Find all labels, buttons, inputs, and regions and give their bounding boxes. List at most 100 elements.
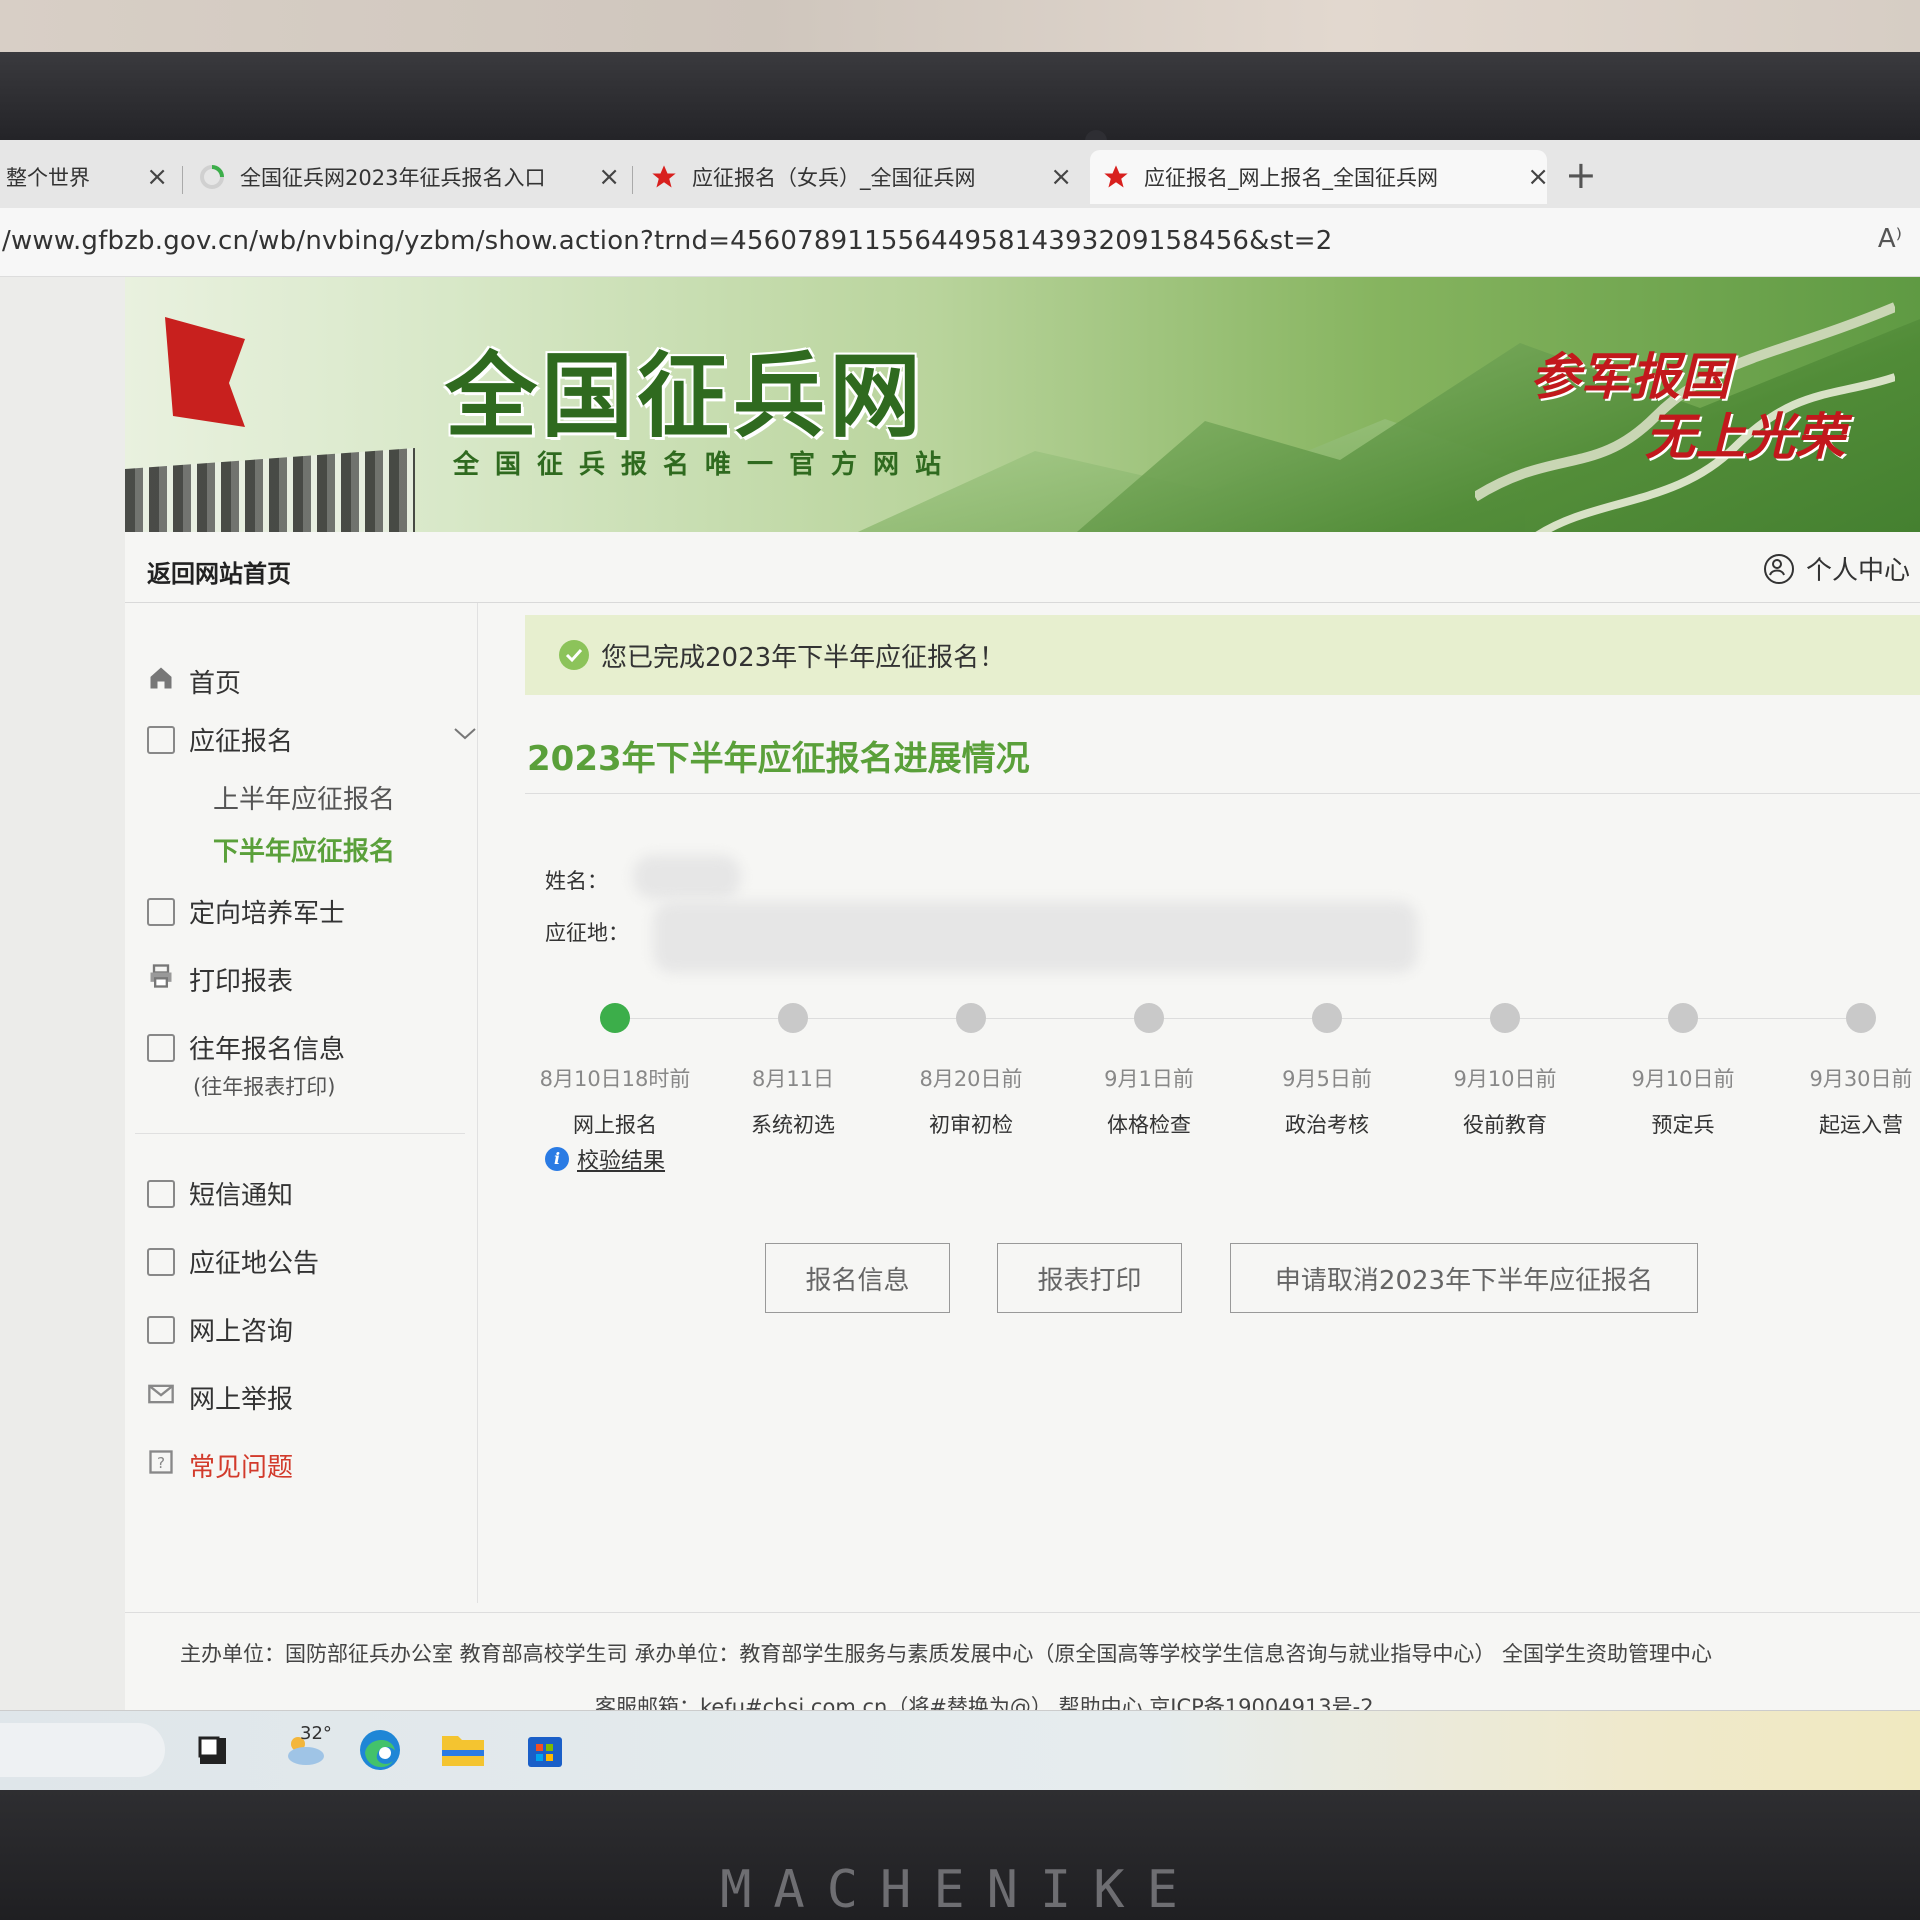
sidebar-item-print[interactable]: 打印报表	[147, 961, 293, 998]
page-content: 全国征兵网 全国征兵报名唯一官方网站 参军报国 无上光荣 返回网站首页 个人中心	[125, 277, 1920, 1719]
success-message: 您已完成2023年下半年应征报名！	[601, 642, 1006, 673]
sidebar-item-sms[interactable]: 短信通知	[147, 1175, 293, 1212]
taskbar-search[interactable]	[0, 1723, 165, 1777]
progress-step: 8月10日18时前 网上报名	[535, 1003, 695, 1139]
sidebar-item-announcements[interactable]: 应征地公告	[147, 1243, 319, 1280]
web-page: 全国征兵网 全国征兵报名唯一官方网站 参军报国 无上光荣 返回网站首页 个人中心	[0, 277, 1920, 1719]
sidebar: 首页 应征报名 上半年应征报名 下半年应征报名 定向培养军士 打印报表 往年报名…	[125, 603, 478, 1603]
tab-title: 应征报名（女兵）_全国征兵网	[692, 166, 976, 190]
tab-3[interactable]: 应征报名（女兵）_全国征兵网 ×	[650, 150, 1072, 204]
close-icon[interactable]: ×	[146, 162, 168, 192]
step-date: 8月10日18时前	[539, 1067, 691, 1091]
user-icon	[1763, 553, 1794, 584]
info-icon: i	[545, 1147, 569, 1171]
edge-browser-icon[interactable]	[355, 1725, 405, 1775]
store-icon[interactable]	[520, 1725, 570, 1775]
weather-temp: 32°	[300, 1723, 332, 1744]
tab-title: 全国征兵网2023年征兵报名入口	[240, 166, 546, 190]
step-name: 政治考核	[1285, 1113, 1369, 1137]
tab-1[interactable]: 整个世界 ×	[6, 150, 168, 204]
sidebar-item-home[interactable]: 首页	[147, 663, 241, 700]
sidebar-item-label: 往年报名信息	[189, 1035, 346, 1065]
step-date: 8月11日	[751, 1067, 835, 1091]
sidebar-item-report[interactable]: 网上举报	[147, 1379, 293, 1416]
chevron-down-icon[interactable]	[452, 721, 478, 749]
step-name: 网上报名	[573, 1113, 657, 1137]
progress-step: 9月10日前 预定兵	[1603, 1003, 1763, 1139]
tab-strip: 整个世界 × 全国征兵网2023年征兵报名入口 × 应征报名（女兵）_全国征兵网…	[0, 140, 1920, 209]
star-icon	[650, 163, 678, 191]
step-name: 初审初检	[929, 1113, 1013, 1137]
home-icon	[147, 664, 175, 699]
screen: 整个世界 × 全国征兵网2023年征兵报名入口 × 应征报名（女兵）_全国征兵网…	[0, 140, 1920, 1790]
sidebar-item-past-info[interactable]: 往年报名信息	[147, 1029, 345, 1066]
success-banner: 您已完成2023年下半年应征报名！	[525, 615, 1920, 695]
site-banner: 全国征兵网 全国征兵报名唯一官方网站 参军报国 无上光荣	[125, 277, 1920, 532]
step-date: 9月5日前	[1282, 1067, 1372, 1091]
cancel-registration-button[interactable]: 申请取消2023年下半年应征报名	[1230, 1243, 1698, 1313]
task-view-icon[interactable]	[187, 1725, 237, 1775]
step-pending-indicator	[1490, 1003, 1520, 1033]
step-date: 8月20日前	[919, 1067, 1023, 1091]
taskbar: 32°	[0, 1710, 1920, 1790]
read-aloud-icon[interactable]: A⁾	[1878, 224, 1902, 254]
tab-4-active[interactable]: 应征报名_网上报名_全国征兵网 ×	[1090, 150, 1549, 204]
user-center-link[interactable]: 个人中心	[1763, 550, 1910, 587]
file-explorer-icon[interactable]	[438, 1725, 488, 1775]
step-name: 系统初选	[751, 1113, 835, 1137]
question-icon: ?	[147, 1448, 175, 1483]
weather-icon[interactable]: 32°	[270, 1723, 340, 1775]
step-name: 起运入营	[1819, 1113, 1903, 1137]
url-text[interactable]: /www.gfbzb.gov.cn/wb/nvbing/yzbm/show.ac…	[2, 226, 1333, 256]
step-pending-indicator	[778, 1003, 808, 1033]
sidebar-sub-second-half[interactable]: 下半年应征报名	[213, 831, 395, 868]
sidebar-item-faq[interactable]: ? 常见问题	[147, 1447, 293, 1484]
step-date: 9月10日前	[1453, 1067, 1557, 1091]
close-icon[interactable]: ×	[598, 162, 620, 192]
sidebar-item-label: 网上咨询	[189, 1317, 294, 1347]
monitor-brand-logo: MACHENIKE	[720, 1860, 1200, 1920]
slogan-bottom: 无上光荣	[1645, 407, 1845, 466]
step-pending-indicator	[1668, 1003, 1698, 1033]
sidebar-item-label: 应征地公告	[189, 1249, 320, 1279]
sidebar-item-consult[interactable]: 网上咨询	[147, 1311, 293, 1348]
print-forms-button[interactable]: 报表打印	[997, 1243, 1182, 1313]
location-value-redacted	[653, 901, 1418, 973]
sidebar-item-label: 短信通知	[189, 1181, 294, 1211]
past-info-note: (往年报表打印)	[193, 1075, 336, 1099]
step-complete-indicator	[600, 1003, 630, 1033]
registration-info-button[interactable]: 报名信息	[765, 1243, 950, 1313]
site-subtitle: 全国征兵报名唯一官方网站	[453, 450, 958, 480]
page-footer: 主办单位：国防部征兵办公室 教育部高校学生司 承办单位：教育部学生服务与素质发展…	[125, 1612, 1920, 1719]
tab-title: 应征报名_网上报名_全国征兵网	[1144, 166, 1438, 190]
verify-result[interactable]: i 校验结果	[545, 1143, 665, 1175]
sidebar-item-label: 网上举报	[189, 1385, 294, 1415]
back-home-link[interactable]: 返回网站首页	[147, 554, 291, 589]
section-divider	[525, 793, 1920, 794]
close-icon[interactable]: ×	[1527, 162, 1549, 192]
history-icon	[147, 1033, 175, 1062]
flag-graphic	[165, 317, 245, 427]
sidebar-item-label: 首页	[189, 669, 242, 699]
tab-title: 整个世界	[6, 166, 90, 190]
sidebar-item-label: 应征报名	[189, 727, 294, 757]
sidebar-divider	[135, 1133, 465, 1134]
background-wall	[0, 0, 1920, 60]
loading-icon	[198, 163, 226, 191]
address-bar[interactable]: /www.gfbzb.gov.cn/wb/nvbing/yzbm/show.ac…	[0, 208, 1920, 277]
printer-icon	[147, 962, 175, 997]
verify-result-link[interactable]: 校验结果	[577, 1143, 665, 1175]
tab-2[interactable]: 全国征兵网2023年征兵报名入口 ×	[198, 150, 620, 204]
progress-step: 8月11日系统初选	[713, 1003, 873, 1139]
mail-icon	[147, 1380, 175, 1415]
sidebar-sub-first-half[interactable]: 上半年应征报名	[213, 779, 395, 816]
sidebar-item-enlist[interactable]: 应征报名	[147, 721, 476, 758]
location-label: 应征地：	[545, 921, 629, 945]
step-date: 9月1日前	[1104, 1067, 1194, 1091]
sidebar-item-label: 定向培养军士	[189, 899, 346, 929]
progress-step: 8月20日前 初审初检	[891, 1003, 1051, 1139]
new-tab-button[interactable]: +	[1565, 150, 1597, 200]
step-name: 体格检查	[1107, 1113, 1191, 1137]
sidebar-item-directed-training[interactable]: 定向培养军士	[147, 893, 345, 930]
close-icon[interactable]: ×	[1050, 162, 1072, 192]
